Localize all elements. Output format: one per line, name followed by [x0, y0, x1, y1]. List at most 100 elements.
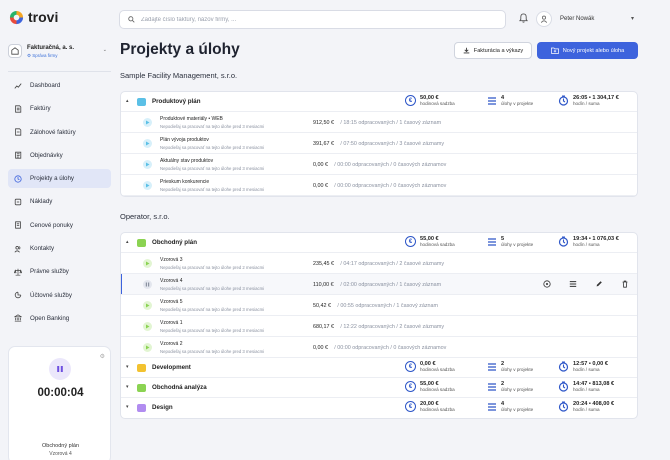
quote-icon [15, 221, 21, 229]
project-row[interactable]: ▾ Development €0,00 € hodinová sadzba 2 úlohy… [121, 358, 637, 378]
sidebar-item-objednavky[interactable]: Objednávky [8, 146, 111, 165]
search-box[interactable] [119, 10, 506, 29]
avatar[interactable] [536, 11, 552, 27]
euro-icon: € [405, 401, 416, 412]
project-name[interactable]: Obchodná analýza [152, 384, 207, 391]
new-project-button[interactable]: Nový projekt alebo úloha [537, 42, 638, 59]
task-record: / 00:00 odpracovaných / 0 časových zázna… [334, 161, 447, 168]
play-button[interactable] [143, 301, 152, 310]
task-name[interactable]: Vzorová 2 [160, 341, 183, 347]
timer-widget: ⚙ 00:00:04 Obchodný plán Vzorová 4 [8, 346, 111, 460]
chevron-up-icon[interactable]: ▴ [126, 239, 129, 245]
play-icon [146, 183, 150, 188]
client-name: Operator, s.r.o. [120, 212, 170, 221]
play-icon [146, 120, 150, 125]
pause-icon [145, 282, 150, 287]
project-row[interactable]: ▾ Design €20,00 € hodinová sadzba 4 úlohy v p… [121, 398, 637, 418]
company-switcher[interactable]: Fakturačná, a. s. ⚙ Správa firmy ⌄ [8, 42, 111, 66]
folder-icon [137, 239, 146, 247]
play-button[interactable] [143, 139, 152, 148]
sidebar-item-label: Zálohové faktúry [30, 128, 76, 136]
task-name[interactable]: Vzorová 5 [160, 299, 183, 305]
task-name[interactable]: Produktové materiály • WEB [160, 116, 223, 122]
pause-icon [57, 366, 63, 372]
task-row[interactable]: Plán vývoja produktov Nepodieľaj sa praco… [121, 133, 637, 154]
chevron-up-icon[interactable]: ▴ [126, 98, 129, 104]
project-rate: €20,00 € hodinová sadzba [405, 401, 455, 412]
task-row[interactable]: Produktové materiály • WEB Nepodieľaj sa … [121, 112, 637, 133]
play-icon [146, 303, 150, 308]
clock-icon [14, 175, 22, 183]
folder-icon [137, 364, 146, 372]
play-button[interactable] [143, 181, 152, 190]
project-name[interactable]: Produktový plán [152, 98, 200, 105]
play-button[interactable] [143, 322, 152, 331]
chevron-down-icon[interactable]: ▾ [126, 404, 129, 410]
chevron-down-icon[interactable]: ▾ [126, 384, 129, 390]
project-row[interactable]: ▴ Produktový plán €50,00 € hodinová sadzba 4… [121, 92, 637, 112]
reports-button[interactable]: Fakturácia a výkazy [454, 42, 532, 59]
search-input[interactable] [141, 16, 481, 23]
task-row[interactable]: Vzorová 4 Nepodieľaj sa pracovať na tejto… [121, 274, 637, 295]
task-row[interactable]: Vzorová 3 Nepodieľaj sa pracovať na tejto… [121, 253, 637, 274]
pause-button[interactable] [49, 358, 71, 380]
project-tasks: 2 úlohy v projekte [487, 361, 533, 372]
sidebar-item-open-banking[interactable]: Open Banking [8, 309, 111, 328]
sidebar-item-projekty-a-ulohy[interactable]: Projekty a úlohy [8, 169, 111, 189]
play-button[interactable] [143, 118, 152, 127]
list-icon[interactable] [568, 279, 578, 289]
chevron-down-icon[interactable]: ▾ [126, 364, 129, 370]
play-button[interactable] [143, 160, 152, 169]
play-button[interactable] [143, 343, 152, 352]
sidebar-item-zalohove-faktury[interactable]: Zálohové faktúry [8, 123, 111, 142]
task-record: / 12:22 odpracovaných / 2 časové záznamy [340, 323, 445, 330]
task-name[interactable]: Vzorová 3 [160, 257, 183, 263]
download-icon [463, 47, 470, 54]
user-name[interactable]: Peter Nowák [560, 16, 594, 22]
project-rate: €50,00 € hodinová sadzba [405, 95, 455, 106]
task-name[interactable]: Vzorová 4 [160, 278, 183, 284]
play-icon [146, 162, 150, 167]
pause-button[interactable] [143, 280, 152, 289]
project-name[interactable]: Development [152, 364, 191, 371]
task-name[interactable]: Vzorová 1 [160, 320, 183, 326]
task-row[interactable]: Aktuálny stav produktov Nepodieľaj sa pra… [121, 154, 637, 175]
sidebar-item-cenove-ponuky[interactable]: Cenové ponuky [8, 216, 111, 235]
play-button[interactable] [143, 259, 152, 268]
gear-icon[interactable]: ⚙ [100, 353, 105, 360]
project-name[interactable]: Design [152, 404, 173, 411]
project-name[interactable]: Obchodný plán [152, 239, 197, 246]
edit-icon[interactable] [594, 279, 604, 289]
task-note: Nepodieľaj sa pracovať na tejto úlohe pr… [160, 165, 265, 171]
app-logo[interactable]: trovi [9, 9, 58, 25]
task-row[interactable]: Vzorová 5 Nepodieľaj sa pracovať na tejto… [121, 295, 637, 316]
trash-icon[interactable] [620, 279, 630, 289]
project-hours: 26:05 • 1 304,17 € hodín / suma [558, 95, 619, 106]
chevron-down-icon[interactable]: ▾ [631, 15, 634, 22]
timer-icon [558, 95, 569, 106]
sidebar-item-pravne-sluzby[interactable]: Právne služby [8, 262, 111, 281]
task-name[interactable]: Aktuálny stav produktov [160, 158, 213, 164]
task-amount: 50,42 € [313, 302, 331, 309]
task-row[interactable]: Vzorová 1 Nepodieľaj sa pracovať na tejto… [121, 316, 637, 337]
project-row[interactable]: ▾ Obchodná analýza €55,00 € hodinová sadzba… [121, 378, 637, 398]
sidebar-item-naklady[interactable]: Náklady [8, 192, 111, 211]
task-amount: 110,00 € [313, 281, 334, 288]
task-row[interactable]: Prieskum konkurencie Nepodieľaj sa pracov… [121, 175, 637, 196]
task-name[interactable]: Prieskum konkurencie [160, 179, 209, 185]
sidebar-item-dashboard[interactable]: Dashboard [8, 76, 111, 95]
sidebar-item-uctovne-sluzby[interactable]: Účtovné služby [8, 286, 111, 305]
target-icon[interactable] [542, 279, 552, 289]
task-amount: 0,00 € [313, 344, 328, 351]
project-row[interactable]: ▴ Obchodný plán €55,00 € hodinová sadzba 5 úl… [121, 233, 637, 253]
sidebar-item-kontakty[interactable]: Kontakty [8, 239, 111, 258]
task-row[interactable]: Vzorová 2 Nepodieľaj sa pracovať na tejto… [121, 337, 637, 358]
search-icon [128, 16, 135, 23]
sidebar-item-faktury[interactable]: Faktúry [8, 99, 111, 118]
bell-icon[interactable] [519, 13, 528, 23]
task-name[interactable]: Plán vývoja produktov [160, 137, 209, 143]
task-note: Nepodieľaj sa pracovať na tejto úlohe pr… [160, 144, 265, 150]
manage-company-link[interactable]: ⚙ Správa firmy [27, 53, 74, 59]
list-icon [488, 382, 496, 391]
project-tasks: 4 úlohy v projekte [487, 95, 533, 106]
